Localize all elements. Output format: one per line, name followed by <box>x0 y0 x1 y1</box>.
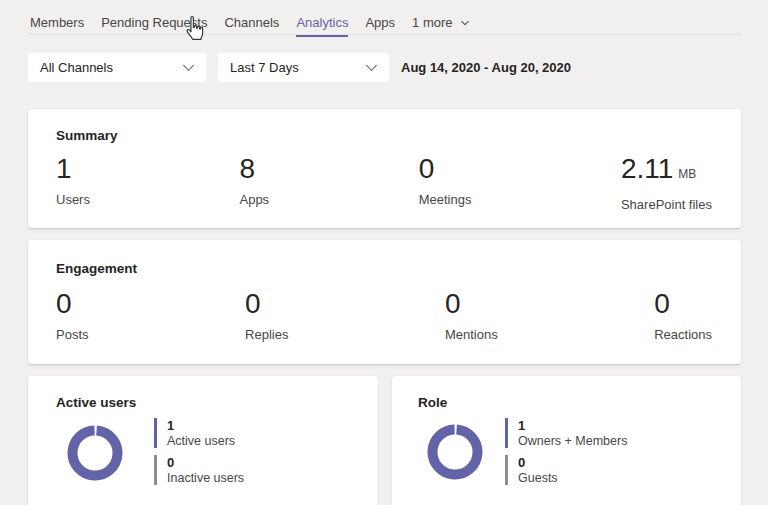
legend-label-guests: Guests <box>518 471 558 485</box>
tab-more-menu[interactable]: 1 more <box>412 15 470 30</box>
chevron-down-icon <box>459 17 471 29</box>
channel-filter-value: All Channels <box>40 60 113 75</box>
legend-value-guests: 0 <box>518 455 558 470</box>
stat-reactions-value: 0 <box>654 288 712 320</box>
legend-label-active: Active users <box>167 434 235 448</box>
stat-users-label: Users <box>56 192 90 207</box>
stat-mentions: 0 Mentions <box>445 288 498 342</box>
chevron-down-icon <box>364 60 379 75</box>
legend-swatch-active <box>154 418 157 448</box>
active-users-donut-chart <box>67 425 123 481</box>
legend-item-owners-members: 1 Owners + Members <box>505 418 627 448</box>
chevron-down-icon <box>181 60 196 75</box>
tab-channels[interactable]: Channels <box>224 15 279 30</box>
stat-replies-value: 0 <box>245 288 288 320</box>
stat-meetings-value: 0 <box>419 153 472 185</box>
stat-reactions: 0 Reactions <box>654 288 712 342</box>
stat-apps: 8 Apps <box>239 153 269 212</box>
mouse-cursor-hand <box>182 16 206 42</box>
legend-value-inactive: 0 <box>167 455 244 470</box>
engagement-stats: 0 Posts 0 Replies 0 Mentions 0 Reactions <box>56 288 712 342</box>
legend-item-inactive-users: 0 Inactive users <box>154 455 244 485</box>
legend-swatch-owners <box>505 418 508 448</box>
legend-item-active-users: 1 Active users <box>154 418 244 448</box>
role-title: Role <box>418 395 447 410</box>
role-card: Role 1 Owners + Members 0 Guests <box>392 376 741 505</box>
stat-mentions-label: Mentions <box>445 327 498 342</box>
stat-apps-label: Apps <box>239 192 269 207</box>
stat-sharepoint-number: 2.11 <box>621 153 673 184</box>
engagement-title: Engagement <box>56 261 137 276</box>
stat-users-value: 1 <box>56 153 90 185</box>
stat-replies-label: Replies <box>245 327 288 342</box>
summary-stats: 1 Users 8 Apps 0 Meetings 2.11 MB SharePo… <box>56 153 712 212</box>
stat-posts: 0 Posts <box>56 288 89 342</box>
active-users-card: Active users 1 Active users 0 Inactive u… <box>28 376 378 505</box>
legend-swatch-guests <box>505 455 508 485</box>
active-users-legend: 1 Active users 0 Inactive users <box>154 418 244 485</box>
stat-posts-value: 0 <box>56 288 89 320</box>
stat-meetings: 0 Meetings <box>419 153 472 212</box>
more-label: 1 more <box>412 15 452 30</box>
channel-tabs: Members Pending Requests Channels Analyt… <box>30 15 471 30</box>
role-donut-chart <box>427 424 483 480</box>
time-range-value: Last 7 Days <box>230 60 299 75</box>
time-range-dropdown[interactable]: Last 7 Days <box>218 53 389 82</box>
date-range-label: Aug 14, 2020 - Aug 20, 2020 <box>401 53 571 82</box>
engagement-card: Engagement 0 Posts 0 Replies 0 Mentions … <box>28 240 741 364</box>
role-legend: 1 Owners + Members 0 Guests <box>505 418 627 485</box>
legend-value-owners: 1 <box>518 418 627 433</box>
legend-item-guests: 0 Guests <box>505 455 627 485</box>
summary-card: Summary 1 Users 8 Apps 0 Meetings 2.11 MB… <box>28 109 741 228</box>
stat-replies: 0 Replies <box>245 288 288 342</box>
legend-label-inactive: Inactive users <box>167 471 244 485</box>
stat-posts-label: Posts <box>56 327 89 342</box>
tabbar-divider <box>28 34 741 35</box>
tab-analytics[interactable]: Analytics <box>296 15 348 30</box>
summary-title: Summary <box>56 128 118 143</box>
legend-label-owners: Owners + Members <box>518 434 627 448</box>
tab-members[interactable]: Members <box>30 15 84 30</box>
active-users-title: Active users <box>56 395 136 410</box>
legend-value-active: 1 <box>167 418 235 433</box>
stat-mentions-value: 0 <box>445 288 498 320</box>
stat-sharepoint-files: 2.11 MB SharePoint files <box>621 153 712 212</box>
stat-sharepoint-unit: MB <box>678 167 696 181</box>
stat-meetings-label: Meetings <box>419 192 472 207</box>
stat-sharepoint-value: 2.11 MB <box>621 153 712 190</box>
tab-apps[interactable]: Apps <box>365 15 395 30</box>
channel-filter-dropdown[interactable]: All Channels <box>28 53 206 82</box>
stat-users: 1 Users <box>56 153 90 212</box>
stat-reactions-label: Reactions <box>654 327 712 342</box>
stat-apps-value: 8 <box>239 153 269 185</box>
legend-swatch-inactive <box>154 455 157 485</box>
stat-sharepoint-label: SharePoint files <box>621 197 712 212</box>
